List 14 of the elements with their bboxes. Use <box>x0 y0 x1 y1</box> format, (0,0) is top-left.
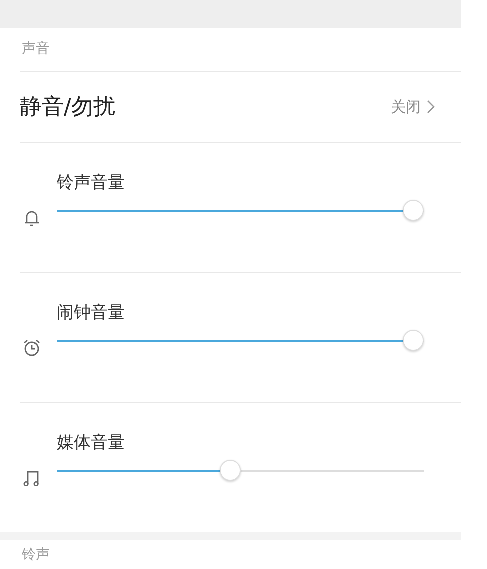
slider-thumb[interactable] <box>220 460 241 481</box>
slider-label: 铃声音量 <box>57 172 126 194</box>
slider-label: 媒体音量 <box>57 432 126 454</box>
chevron-right-icon <box>427 100 435 114</box>
slider-thumb[interactable] <box>403 330 424 351</box>
slider-label: 闹钟音量 <box>57 302 126 324</box>
slider[interactable] <box>57 460 424 482</box>
slider-thumb[interactable] <box>403 200 424 221</box>
section-title: 声音 <box>21 40 51 59</box>
settings-row[interactable]: 静音/勿扰 关闭 <box>0 72 461 142</box>
slider[interactable] <box>57 330 424 352</box>
alarm-clock-icon <box>22 338 42 358</box>
section-title: 铃声 <box>21 546 51 564</box>
slider[interactable] <box>57 200 424 222</box>
